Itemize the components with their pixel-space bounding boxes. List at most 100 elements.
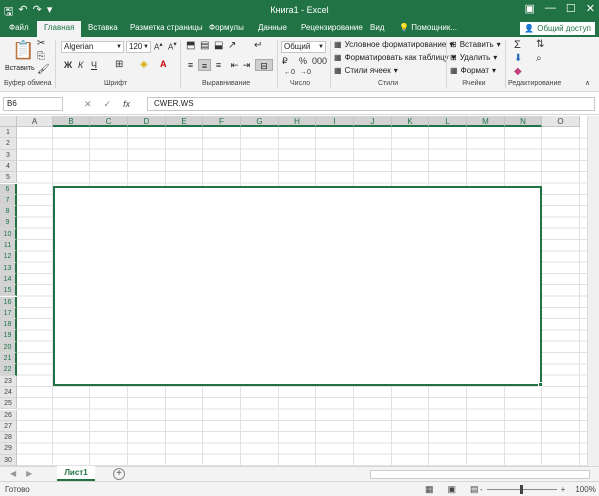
row-header[interactable]: 11 [0, 240, 17, 252]
row-header[interactable]: 19 [0, 330, 17, 342]
tab-file[interactable]: Файл [9, 23, 29, 32]
enter-icon[interactable]: ✓ [104, 99, 112, 110]
share-button[interactable]: 👤 Общий доступ [520, 22, 595, 35]
selected-range[interactable] [53, 186, 542, 386]
format-painter-icon[interactable]: 🖌 [37, 65, 50, 75]
formula-input[interactable]: CWER.WS [147, 97, 595, 111]
grow-font-icon[interactable]: A▴ [154, 41, 163, 52]
maximize-icon[interactable]: ☐ [566, 2, 576, 15]
zoom-in-button[interactable]: + [561, 485, 566, 494]
row-header[interactable]: 25 [0, 398, 17, 410]
row-header[interactable]: 22 [0, 364, 17, 376]
align-top-icon[interactable]: ⬒ [186, 41, 195, 51]
fill-color-icon[interactable]: ◈ [140, 60, 148, 70]
horizontal-scrollbar[interactable] [370, 470, 590, 479]
row-header[interactable]: 15 [0, 285, 17, 297]
next-sheet-icon[interactable]: ▶ [26, 469, 32, 478]
align-bottom-icon[interactable]: ⬓ [214, 41, 223, 51]
number-format-select[interactable]: Общий ▼ [281, 41, 326, 53]
row-header[interactable]: 14 [0, 273, 17, 286]
add-sheet-button[interactable]: + [113, 468, 125, 480]
delete-cells-button[interactable]: ⊟ Удалить ▾ [450, 53, 497, 62]
bold-button[interactable]: Ж [64, 61, 72, 70]
minimize-icon[interactable]: — [545, 2, 556, 15]
underline-button[interactable]: Ч [91, 61, 97, 70]
percent-icon[interactable]: % [299, 57, 307, 66]
row-header[interactable]: 16 [0, 296, 17, 308]
ribbon-options-icon[interactable]: ▣ [525, 2, 535, 15]
column-header[interactable]: M [467, 116, 505, 127]
decrease-decimal-icon[interactable]: →0 [300, 69, 311, 76]
column-header[interactable]: H [279, 116, 316, 127]
prev-sheet-icon[interactable]: ◀ [10, 469, 16, 478]
column-header[interactable]: J [354, 116, 392, 127]
font-size-select[interactable]: 120 ▼ [126, 41, 151, 53]
tab-home[interactable]: Главная [37, 21, 82, 37]
column-header[interactable]: I [316, 116, 354, 127]
name-box[interactable]: B6 [3, 97, 63, 111]
vertical-scrollbar[interactable] [587, 116, 599, 466]
row-header[interactable]: 21 [0, 353, 17, 365]
font-name-select[interactable]: Algerian ▼ [61, 41, 124, 53]
row-header[interactable]: 13 [0, 262, 17, 274]
row-header[interactable]: 12 [0, 251, 17, 263]
insert-function-icon[interactable]: fx [123, 99, 130, 110]
normal-view-icon[interactable]: ▦ [425, 484, 434, 495]
copy-icon[interactable]: ⎘ [37, 52, 45, 62]
tab-review[interactable]: Рецензирование [301, 23, 363, 32]
row-header[interactable]: 9 [0, 217, 17, 229]
row-header[interactable]: 8 [0, 206, 17, 218]
currency-icon[interactable]: ₽ [282, 57, 288, 66]
row-header[interactable]: 18 [0, 319, 17, 331]
column-header[interactable]: L [429, 116, 467, 127]
row-header[interactable]: 23 [0, 375, 17, 387]
align-center-icon[interactable]: ≡ [198, 59, 211, 71]
tab-tell-me[interactable]: 💡 Помощник... [399, 23, 457, 32]
row-header[interactable]: 1 [0, 127, 17, 139]
column-header[interactable]: K [392, 116, 429, 127]
increase-decimal-icon[interactable]: ←0 [284, 69, 295, 76]
row-header[interactable]: 2 [0, 138, 17, 150]
clear-icon[interactable]: ◆ [514, 67, 522, 77]
row-header[interactable]: 29 [0, 443, 17, 455]
column-header[interactable]: C [90, 116, 128, 127]
collapse-ribbon-icon[interactable]: ∧ [585, 80, 590, 87]
column-header[interactable]: F [203, 116, 241, 127]
tab-data[interactable]: Данные [258, 23, 287, 32]
row-header[interactable]: 3 [0, 149, 17, 161]
cell-styles-button[interactable]: ▦ Стили ячеек ▾ [334, 66, 398, 75]
column-header[interactable]: E [166, 116, 203, 127]
row-header[interactable]: 20 [0, 341, 17, 353]
tab-page-layout[interactable]: Разметка страницы [130, 23, 203, 32]
row-header[interactable]: 7 [0, 194, 17, 207]
column-header[interactable]: A [17, 116, 53, 127]
row-header[interactable]: 30 [0, 454, 17, 466]
column-header[interactable]: D [128, 116, 166, 127]
row-header[interactable]: 10 [0, 228, 17, 240]
find-select-icon[interactable]: ⌕ [536, 54, 542, 64]
column-header[interactable]: N [505, 116, 542, 127]
cut-icon[interactable]: ✂ [37, 39, 45, 49]
row-header[interactable]: 26 [0, 409, 17, 421]
zoom-level[interactable]: 100% [575, 485, 595, 494]
increase-indent-icon[interactable]: ⇥ [240, 59, 253, 71]
conditional-formatting-button[interactable]: ▦ Условное форматирование ▾ [334, 40, 453, 49]
column-header[interactable]: O [542, 116, 580, 127]
orientation-icon[interactable]: ↗ [228, 41, 236, 51]
zoom-out-button[interactable]: - [480, 485, 483, 494]
row-header[interactable]: 6 [0, 183, 17, 195]
page-break-view-icon[interactable]: ▤ [470, 484, 479, 495]
insert-cells-button[interactable]: ⊞ Вставить ▾ [450, 40, 501, 49]
close-icon[interactable]: ✕ [586, 2, 595, 15]
sheet-tab[interactable]: Лист1 [57, 466, 95, 481]
tab-insert[interactable]: Вставка [88, 23, 118, 32]
align-middle-icon[interactable]: ▤ [200, 41, 209, 51]
select-all-corner[interactable] [0, 116, 17, 127]
zoom-thumb[interactable] [519, 485, 523, 494]
italic-button[interactable]: К [78, 61, 83, 70]
page-layout-view-icon[interactable]: ▣ [448, 484, 457, 495]
tab-view[interactable]: Вид [370, 23, 384, 32]
font-color-icon[interactable]: A [160, 60, 167, 69]
align-left-icon[interactable]: ≡ [184, 59, 197, 71]
row-header[interactable]: 28 [0, 432, 17, 444]
